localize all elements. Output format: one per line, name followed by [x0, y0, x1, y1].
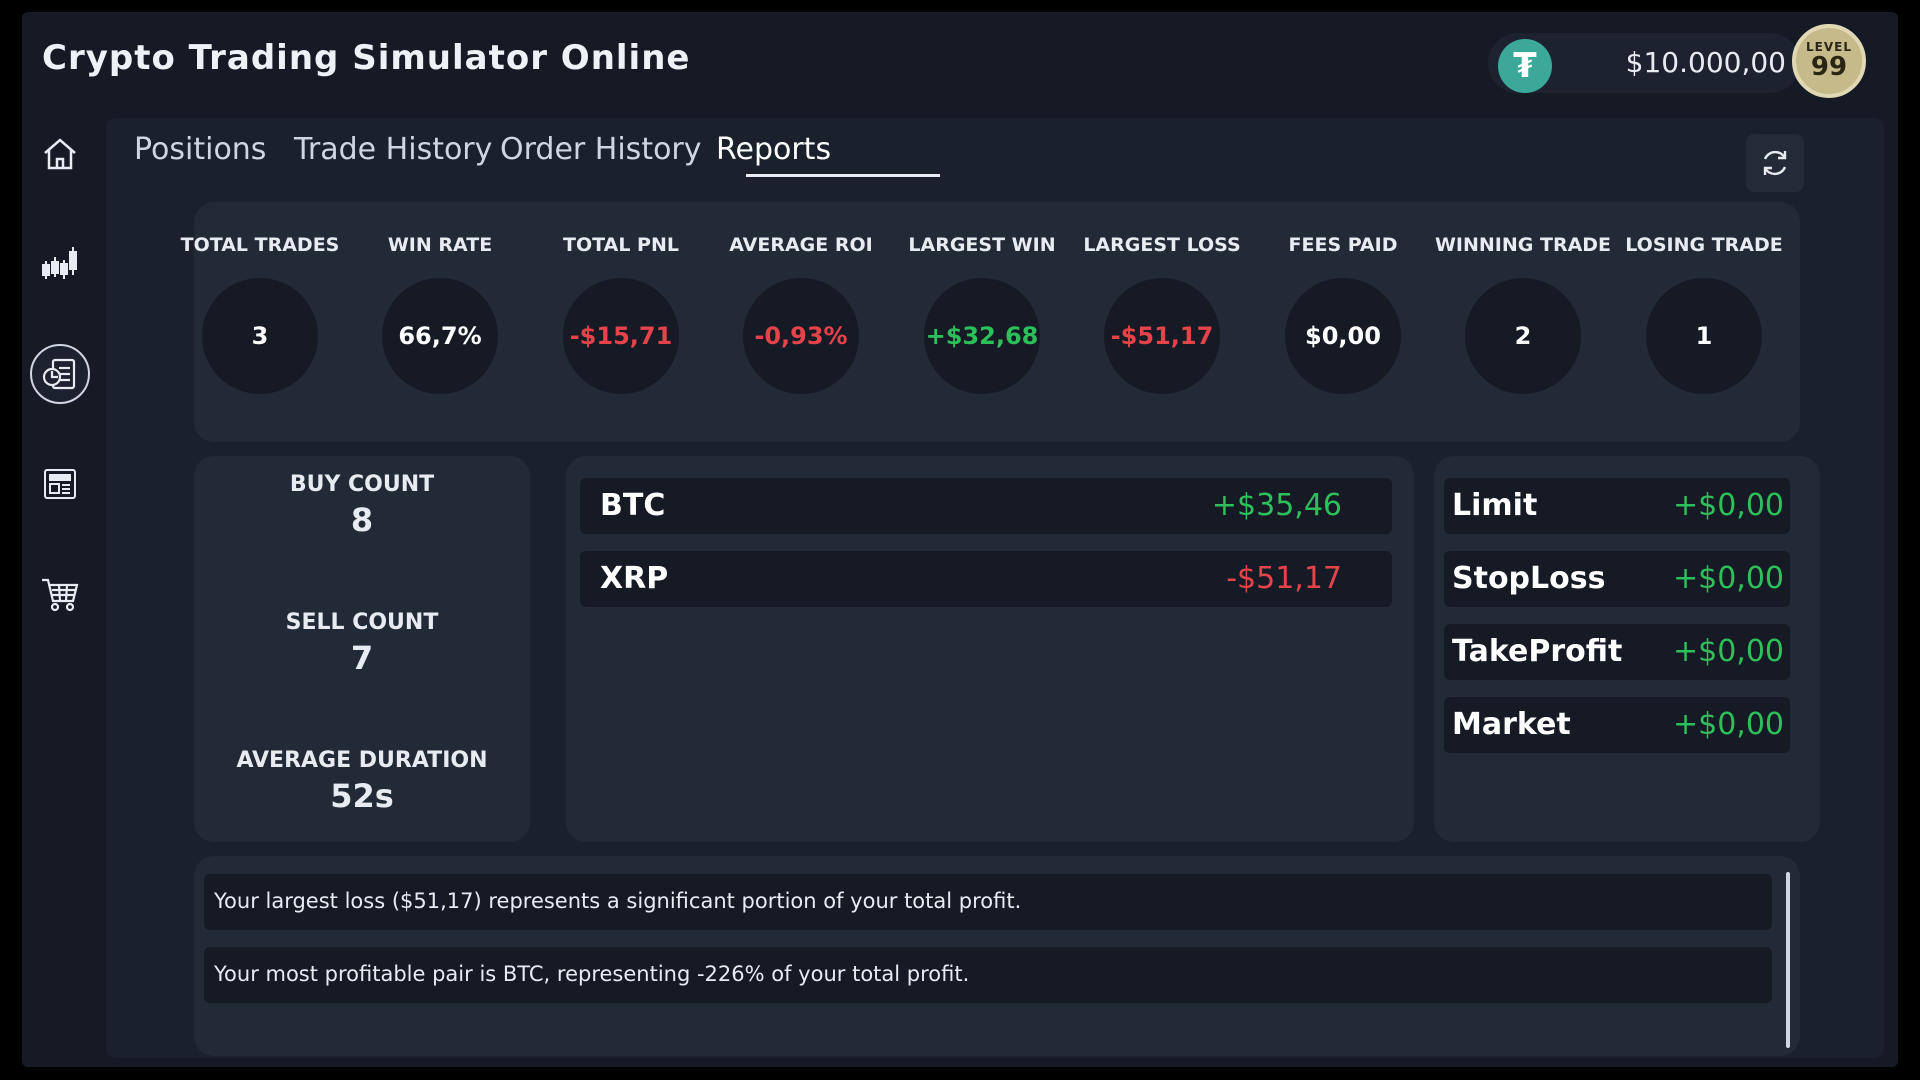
buy-count-value: 8 — [350, 501, 374, 539]
app-window: Crypto Trading Simulator Online ₮ $10.00… — [22, 12, 1898, 1067]
sell-count-value: 7 — [350, 639, 374, 677]
insight-row: Your largest loss ($51,17) represents a … — [204, 874, 1772, 930]
pair-row[interactable]: BTC +$35,46 — [580, 478, 1392, 534]
tab-reports[interactable]: Reports — [716, 132, 831, 167]
buy-count-label: BUY COUNT — [289, 472, 435, 497]
stat-largest-win: LARGEST WIN +$32,68 — [892, 234, 1072, 394]
insight-row: Your most profitable pair is BTC, repres… — [204, 947, 1772, 1003]
stat-value: -0,93% — [743, 278, 859, 394]
order-type-pnl: +$0,00 — [1672, 634, 1784, 669]
order-type-name: TakeProfit — [1452, 634, 1623, 669]
counts-panel: BUY COUNT 8 SELL COUNT 7 AVERAGE DURATIO… — [194, 456, 530, 842]
order-types-panel: Limit +$0,00 StopLoss +$0,00 TakeProfit … — [1434, 456, 1820, 842]
stat-fees-paid: FEES PAID $0,00 — [1253, 234, 1433, 394]
pair-pnl: +$35,46 — [1211, 488, 1342, 523]
stat-value: 3 — [202, 278, 318, 394]
refresh-button[interactable] — [1746, 134, 1804, 192]
insights-panel: Your largest loss ($51,17) represents a … — [194, 856, 1800, 1056]
sell-count-label: SELL COUNT — [285, 610, 439, 635]
stat-label: WINNING TRADE — [1434, 234, 1612, 256]
stat-value: -$15,71 — [563, 278, 679, 394]
stat-label: AVERAGE ROI — [729, 234, 873, 256]
pair-name: BTC — [600, 488, 666, 523]
order-type-row[interactable]: Market +$0,00 — [1444, 697, 1790, 753]
stat-largest-loss: LARGEST LOSS -$51,17 — [1072, 234, 1252, 394]
order-type-name: Limit — [1452, 488, 1538, 523]
refresh-icon — [1763, 150, 1787, 176]
stat-label: WIN RATE — [387, 234, 493, 256]
sell-count: SELL COUNT 7 — [194, 610, 530, 677]
pair-name: XRP — [600, 561, 669, 596]
tab-positions[interactable]: Positions — [134, 132, 266, 167]
stat-value: -$51,17 — [1104, 278, 1220, 394]
stat-total-trades: TOTAL TRADES 3 — [170, 234, 350, 394]
order-type-name: StopLoss — [1452, 561, 1606, 596]
home-icon — [44, 138, 76, 170]
stat-label: LOSING TRADE — [1625, 234, 1783, 256]
stat-label: LARGEST LOSS — [1083, 234, 1241, 256]
pair-row[interactable]: XRP -$51,17 — [580, 551, 1392, 607]
order-type-pnl: +$0,00 — [1672, 488, 1784, 523]
insight-text: Your largest loss ($51,17) represents a … — [214, 889, 1022, 913]
sidebar — [22, 124, 102, 664]
news-icon — [44, 469, 76, 499]
order-type-row[interactable]: StopLoss +$0,00 — [1444, 551, 1790, 607]
stat-average-roi: AVERAGE ROI -0,93% — [711, 234, 891, 394]
app-title: Crypto Trading Simulator Online — [42, 38, 691, 78]
level-value: 99 — [1810, 52, 1848, 82]
report-icon — [42, 358, 76, 390]
sidebar-item-reports[interactable] — [30, 344, 90, 404]
stat-value: +$32,68 — [924, 278, 1040, 394]
buy-count: BUY COUNT 8 — [194, 472, 530, 539]
average-duration: AVERAGE DURATION 52s — [194, 748, 530, 815]
tab-trade-history[interactable]: Trade History — [294, 132, 492, 167]
sidebar-item-news[interactable] — [30, 454, 90, 514]
tab-order-history[interactable]: Order History — [500, 132, 702, 167]
pair-pnl: -$51,17 — [1226, 561, 1342, 596]
order-type-name: Market — [1452, 707, 1571, 742]
shopping-cart-icon — [42, 578, 79, 612]
stat-total-pnl: TOTAL PNL -$15,71 — [531, 234, 711, 394]
pairs-panel: BTC +$35,46 XRP -$51,17 — [566, 456, 1414, 842]
insights-scrollbar[interactable] — [1786, 872, 1790, 1048]
sidebar-item-home[interactable] — [30, 124, 90, 184]
average-duration-value: 52s — [330, 777, 394, 815]
order-type-pnl: +$0,00 — [1672, 707, 1784, 742]
order-type-row[interactable]: TakeProfit +$0,00 — [1444, 624, 1790, 680]
stat-label: TOTAL PNL — [563, 234, 679, 256]
average-duration-label: AVERAGE DURATION — [236, 748, 488, 773]
stat-label: LARGEST WIN — [908, 234, 1056, 256]
balance-value: $10.000,00 — [1625, 46, 1786, 79]
stat-label: FEES PAID — [1288, 234, 1398, 256]
stat-value: 2 — [1465, 278, 1581, 394]
stat-win-rate: WIN RATE 66,7% — [350, 234, 530, 394]
stat-value: 66,7% — [382, 278, 498, 394]
sidebar-item-market[interactable] — [30, 234, 90, 294]
tether-coin-icon: ₮ — [1498, 39, 1552, 93]
stat-value: $0,00 — [1285, 278, 1401, 394]
candlestick-chart-icon — [42, 247, 77, 279]
order-type-pnl: +$0,00 — [1672, 561, 1784, 596]
main-panel: Positions Trade History Order History Re… — [106, 118, 1884, 1058]
stat-winning-trade: WINNING TRADE 2 — [1433, 234, 1613, 394]
level-badge[interactable]: LEVEL 99 — [1792, 24, 1866, 98]
balance-display: ₮ $10.000,00 — [1488, 33, 1800, 93]
sidebar-item-shop[interactable] — [30, 564, 90, 624]
stat-label: TOTAL TRADES — [180, 234, 340, 256]
insight-text: Your most profitable pair is BTC, repres… — [214, 962, 970, 986]
stat-value: 1 — [1646, 278, 1762, 394]
order-type-row[interactable]: Limit +$0,00 — [1444, 478, 1790, 534]
stat-losing-trade: LOSING TRADE 1 — [1614, 234, 1794, 394]
active-tab-indicator — [746, 174, 940, 177]
stats-panel: TOTAL TRADES 3 WIN RATE 66,7% TOTAL PNL … — [181, 202, 1800, 442]
